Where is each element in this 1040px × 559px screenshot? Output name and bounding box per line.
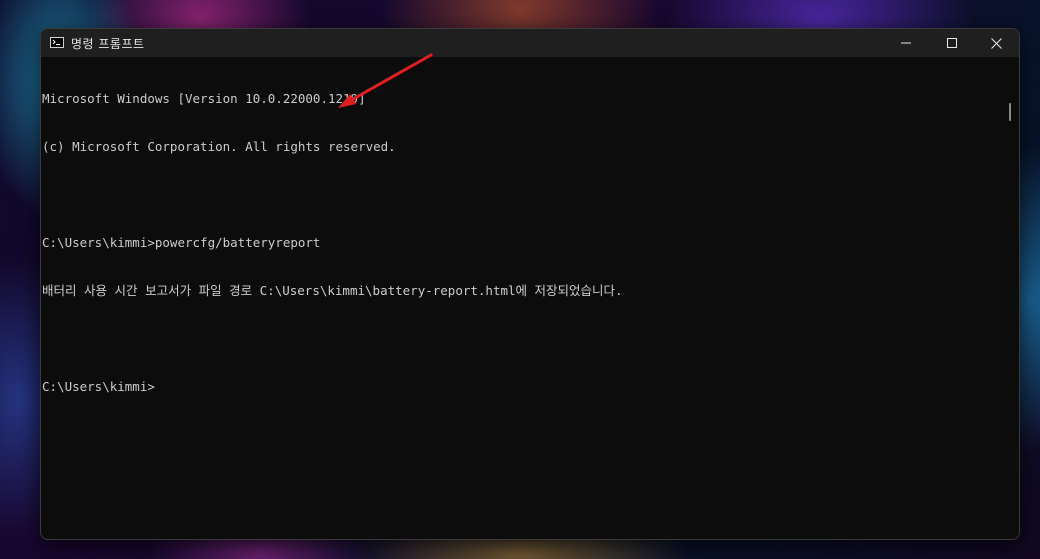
vertical-scrollbar[interactable]: [1001, 57, 1019, 539]
console-line-blank-2: [42, 331, 1001, 347]
cmd-app-icon[interactable]: [50, 37, 64, 48]
window-title: 명령 프롬프트: [71, 37, 145, 51]
console-line-prompt: C:\Users\kimmi>: [42, 379, 155, 394]
close-button[interactable]: [973, 29, 1019, 57]
console-line-version: Microsoft Windows [Version 10.0.22000.12…: [42, 91, 366, 106]
minimize-icon: [901, 42, 911, 44]
command-prompt-window: 명령 프롬프트 Microsoft Windows [Version 10.0.…: [40, 28, 1020, 540]
minimize-button[interactable]: [883, 29, 929, 57]
title-bar[interactable]: 명령 프롬프트: [41, 29, 1019, 57]
console-line-copyright: (c) Microsoft Corporation. All rights re…: [42, 139, 396, 154]
close-icon: [990, 37, 1002, 49]
console-output[interactable]: Microsoft Windows [Version 10.0.22000.12…: [41, 57, 1001, 539]
scrollbar-thumb[interactable]: [1009, 103, 1011, 121]
maximize-icon: [947, 38, 957, 48]
console-line-result: 배터리 사용 시간 보고서가 파일 경로 C:\Users\kimmi\batt…: [42, 283, 623, 298]
maximize-button[interactable]: [929, 29, 975, 57]
console-line-command: C:\Users\kimmi>powercfg/batteryreport: [42, 235, 321, 250]
